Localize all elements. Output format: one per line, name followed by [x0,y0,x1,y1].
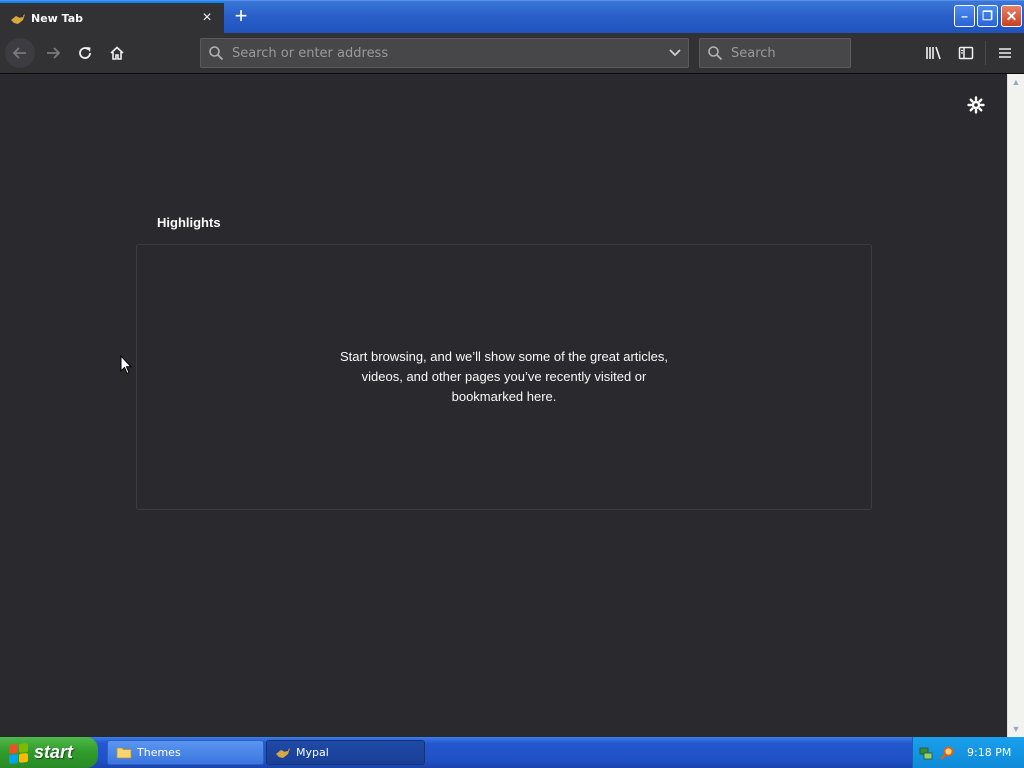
maximize-button[interactable]: ❐ [977,5,998,27]
search-icon [708,46,723,61]
hamburger-menu-icon [999,48,1011,58]
tab-close-button[interactable]: × [200,10,214,26]
new-tab-button[interactable]: + [230,5,252,29]
search-input[interactable] [731,45,843,62]
reload-button[interactable] [70,38,100,68]
sidebar-icon [958,46,974,60]
network-icon[interactable] [918,745,934,761]
menu-button[interactable] [991,38,1019,68]
minimize-button[interactable]: – [954,5,975,27]
system-tray: 9:18 PM [912,737,1024,768]
scroll-down-button[interactable]: ▼ [1008,721,1024,737]
close-window-button[interactable]: ✕ [1001,5,1022,27]
taskbar-item-label: Themes [137,746,181,759]
arrow-right-icon [47,47,61,59]
search-icon [209,46,224,61]
chevron-down-icon[interactable] [668,47,682,59]
windows-logo-icon [8,741,28,763]
url-input[interactable] [232,45,652,62]
tab-new-tab[interactable]: New Tab × [0,1,224,34]
tab-title: New Tab [31,12,84,25]
new-tab-page: Highlights Start browsing, and we’ll sho… [0,74,1007,737]
forward-button[interactable] [38,38,68,68]
home-button[interactable] [102,38,132,68]
mouse-cursor-icon [120,355,132,375]
taskbar-item-themes[interactable]: Themes [107,740,264,765]
taskbar: start Themes Mypal 9:18 PM [0,737,1024,768]
navigation-toolbar [0,33,1024,74]
highlights-empty-message: Start browsing, and we’ll show some of t… [339,349,669,404]
start-label: start [34,742,74,762]
title-bar: New Tab × + – ❐ ✕ [0,0,1024,34]
search-tray-icon[interactable] [939,745,955,761]
highlights-heading: Highlights [157,215,221,230]
settings-button[interactable] [965,94,987,116]
reload-icon [79,47,91,59]
sidebar-button[interactable] [952,38,980,68]
mypal-icon [275,746,291,760]
back-button[interactable] [5,38,35,68]
taskbar-item-label: Mypal [296,746,329,759]
vertical-scrollbar[interactable]: ▲ ▼ [1007,74,1024,737]
home-icon [110,46,124,60]
library-icon [926,46,941,60]
arrow-left-icon [12,47,26,59]
start-button[interactable]: start [0,737,98,768]
highlights-section: Start browsing, and we’ll show some of t… [136,244,872,510]
taskbar-item-mypal[interactable]: Mypal [266,740,425,765]
library-button[interactable] [920,38,948,68]
mypal-icon [10,11,26,27]
search-bar[interactable] [699,38,851,68]
gear-icon [967,96,985,114]
scroll-up-button[interactable]: ▲ [1008,74,1024,90]
folder-icon [116,746,132,760]
url-bar[interactable] [200,38,689,68]
toolbar-separator [985,41,986,65]
clock: 9:18 PM [967,746,1012,759]
